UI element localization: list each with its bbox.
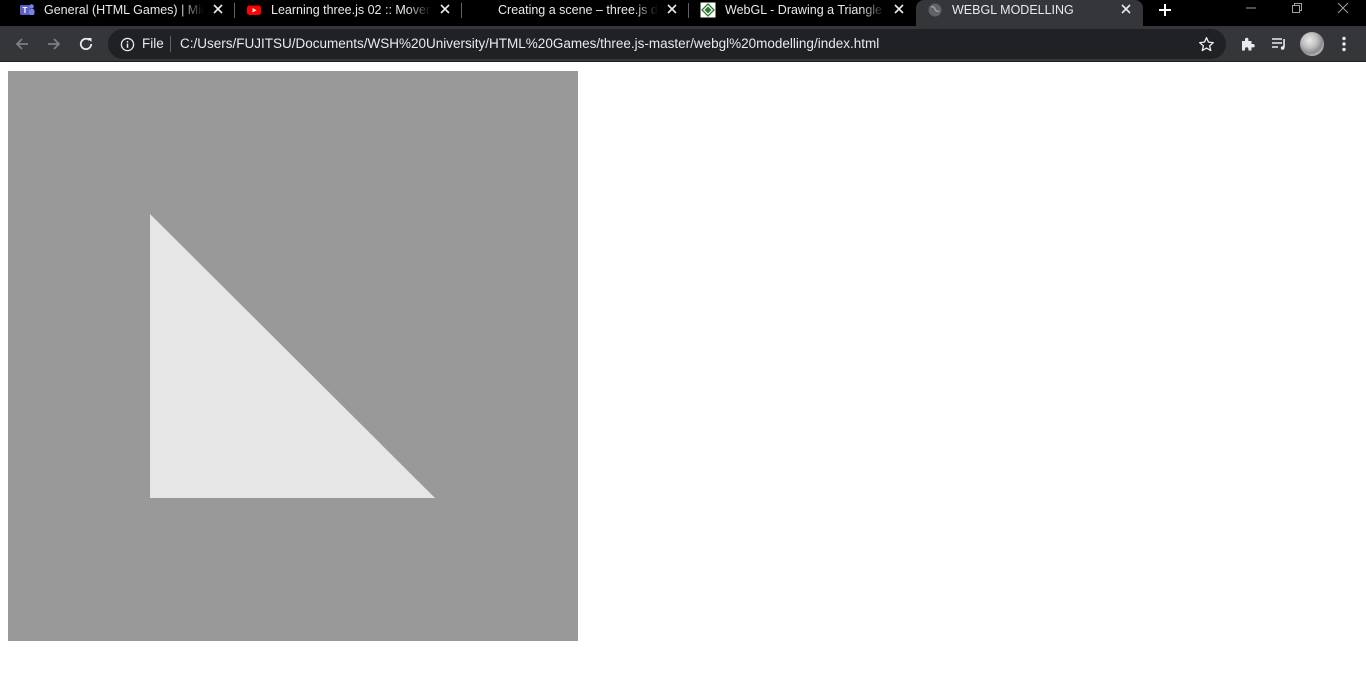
playlist-icon [1272, 38, 1285, 50]
tab-youtube[interactable]: Learning three.js 02 :: Movement [235, 0, 462, 26]
tab-title: Learning three.js 02 :: Movement [271, 3, 431, 17]
tab-title: General (HTML Games) | Microsoft Teams [44, 3, 204, 17]
canvas-background [8, 71, 578, 641]
arrow-right-icon [48, 38, 61, 50]
youtube-icon [245, 1, 263, 19]
close-tab-icon[interactable] [890, 0, 908, 18]
info-icon[interactable] [118, 35, 136, 53]
url-text[interactable]: C:/Users/FUJITSU/Documents/WSH%20Univers… [180, 36, 879, 52]
close-tab-icon[interactable] [436, 0, 454, 18]
media-control-button[interactable] [1267, 32, 1291, 56]
forward-button[interactable] [42, 32, 66, 56]
close-icon [1337, 2, 1349, 14]
tab-tutorialspoint[interactable]: WebGL - Drawing a Triangle - Tutorialspo… [689, 0, 916, 26]
restore-button[interactable] [1274, 0, 1320, 16]
menu-button[interactable] [1332, 32, 1356, 56]
arrow-left-icon [15, 38, 28, 50]
close-tab-icon[interactable] [209, 0, 227, 18]
webgl-canvas[interactable] [8, 71, 578, 641]
tab-title: WebGL - Drawing a Triangle - Tutorialspo… [725, 3, 885, 17]
tab-teams[interactable]: T General (HTML Games) | Microsoft Teams [8, 0, 235, 26]
restore-icon [1292, 3, 1302, 13]
more-vert-icon [1342, 36, 1346, 52]
page-viewport [0, 63, 1366, 695]
close-window-button[interactable] [1320, 0, 1366, 16]
scheme-label: File [142, 36, 164, 51]
reload-button[interactable] [74, 32, 98, 56]
address-divider [170, 36, 171, 52]
address-bar[interactable]: File C:/Users/FUJITSU/Documents/WSH%20Un… [108, 29, 1226, 59]
close-tab-icon[interactable] [663, 0, 681, 18]
minimize-button[interactable] [1228, 0, 1274, 16]
reload-icon [79, 37, 93, 51]
profile-avatar[interactable] [1300, 32, 1324, 56]
minimize-icon [1246, 7, 1256, 9]
new-tab-button[interactable] [1154, 0, 1176, 20]
tab-strip: T General (HTML Games) | Microsoft Teams… [0, 0, 1366, 26]
browser-toolbar: File C:/Users/FUJITSU/Documents/WSH%20Un… [0, 26, 1366, 62]
extensions-button[interactable] [1236, 32, 1260, 56]
teams-icon: T [18, 1, 36, 19]
svg-text:T: T [23, 6, 28, 15]
tab-webgl-modelling[interactable]: WEBGL MODELLING [916, 0, 1143, 26]
threejs-icon [472, 1, 490, 19]
globe-icon [926, 1, 944, 19]
plus-icon [1159, 4, 1171, 16]
tab-title: WEBGL MODELLING [952, 3, 1074, 17]
tutorialspoint-icon [699, 1, 717, 19]
tab-title: Creating a scene – three.js docs [498, 3, 658, 17]
puzzle-icon [1242, 37, 1255, 51]
close-tab-icon[interactable] [1117, 0, 1135, 18]
tab-threejs[interactable]: Creating a scene – three.js docs [462, 0, 689, 26]
back-button[interactable] [10, 32, 34, 56]
bookmark-star-icon[interactable] [1196, 34, 1216, 54]
